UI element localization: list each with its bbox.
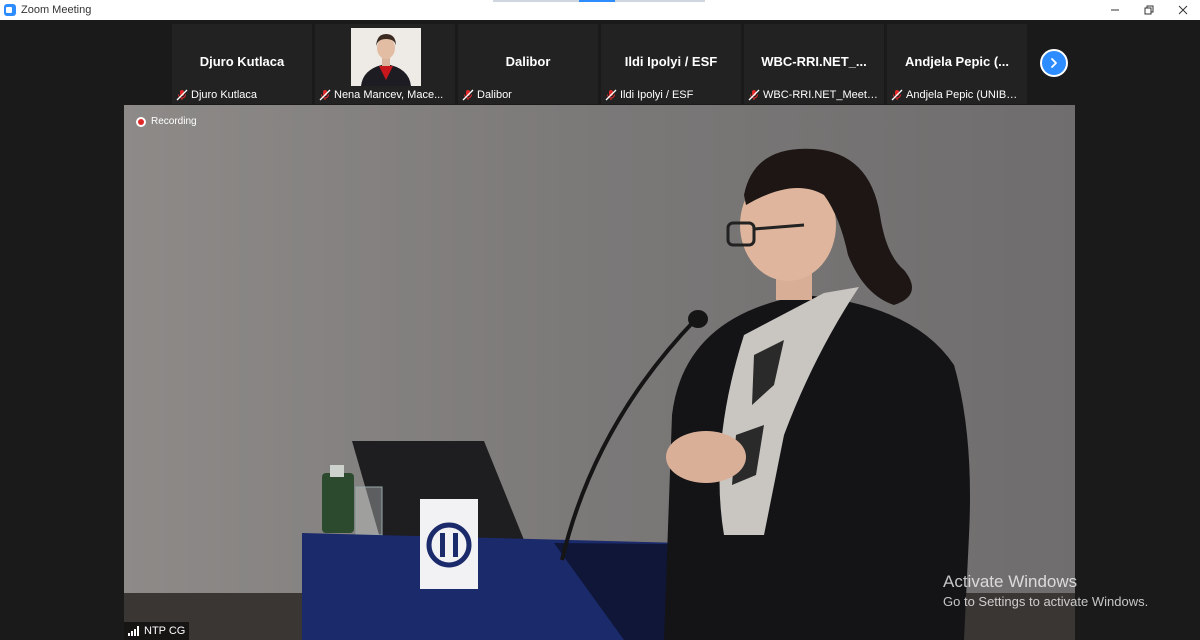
mic-muted-icon	[605, 89, 617, 101]
close-button[interactable]	[1166, 0, 1200, 20]
participant-video	[351, 28, 421, 86]
participant-display-name: Dalibor	[505, 54, 551, 69]
mic-muted-icon	[748, 89, 760, 101]
restore-icon	[1144, 5, 1154, 15]
recording-label: Recording	[151, 116, 197, 127]
participant-tile[interactable]: Ildi Ipolyi / ESF Ildi Ipolyi / ESF	[601, 24, 741, 104]
mic-muted-icon	[891, 89, 903, 101]
minimize-button[interactable]	[1098, 0, 1132, 20]
participant-display-name: Andjela Pepic (...	[904, 54, 1010, 69]
mic-muted-icon	[176, 89, 188, 101]
recording-indicator: Recording	[136, 116, 197, 127]
window-titlebar: Zoom Meeting	[0, 0, 1200, 20]
title-strip	[493, 0, 705, 2]
speaker-scene	[124, 105, 1075, 640]
participant-tile[interactable]: Dalibor Dalibor	[458, 24, 598, 104]
mic-muted-icon	[462, 89, 474, 101]
close-icon	[1178, 5, 1188, 15]
participant-label: Dalibor	[477, 89, 512, 101]
participant-gallery: Djuro Kutlaca Djuro Kutlaca Nena Mancev,…	[0, 20, 1200, 104]
signal-bars-icon	[128, 626, 140, 636]
participant-display-name: WBC-RRI.NET_...	[761, 54, 867, 69]
active-speaker-name: NTP CG	[124, 622, 190, 640]
active-speaker-label: NTP CG	[144, 625, 186, 637]
mic-muted-icon	[319, 89, 331, 101]
participant-label: WBC-RRI.NET_Meetin...	[763, 89, 880, 101]
participant-label: Ildi Ipolyi / ESF	[620, 89, 694, 101]
participant-label: Djuro Kutlaca	[191, 89, 258, 101]
participant-tile[interactable]: Andjela Pepic (... Andjela Pepic (UNIBL,…	[887, 24, 1027, 104]
window-title: Zoom Meeting	[21, 4, 92, 16]
record-icon	[136, 116, 146, 127]
active-speaker-video	[124, 105, 1075, 640]
restore-button[interactable]	[1132, 0, 1166, 20]
minimize-icon	[1111, 9, 1119, 11]
activate-windows-watermark: Activate Windows Go to Settings to activ…	[943, 572, 1148, 609]
participant-tile[interactable]: Nena Mancev, Mace...	[315, 24, 455, 104]
watermark-title: Activate Windows	[943, 572, 1078, 591]
participant-tile[interactable]: WBC-RRI.NET_... WBC-RRI.NET_Meetin...	[744, 24, 884, 104]
watermark-subtitle: Go to Settings to activate Windows.	[943, 594, 1149, 609]
chevron-right-icon	[1051, 58, 1057, 68]
zoom-app-icon	[4, 4, 16, 16]
participant-display-name: Djuro Kutlaca	[199, 54, 285, 69]
participant-tile[interactable]: Djuro Kutlaca Djuro Kutlaca	[172, 24, 312, 104]
next-page-button[interactable]	[1040, 49, 1068, 77]
participant-label: Nena Mancev, Mace...	[334, 89, 444, 101]
participant-label: Andjela Pepic (UNIBL,...	[906, 89, 1023, 101]
participant-display-name: Ildi Ipolyi / ESF	[624, 54, 718, 69]
